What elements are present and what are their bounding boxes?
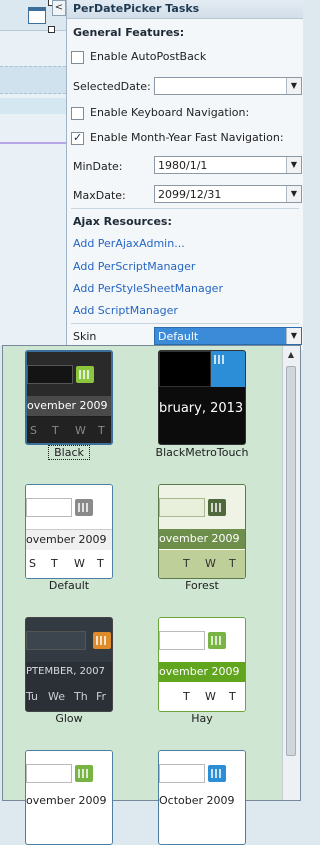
smart-tag-collapse-button[interactable]: < [52, 0, 66, 16]
calendar-icon [76, 366, 94, 383]
skin-days: T W T [159, 683, 245, 711]
add-perscriptmanager-link[interactable]: Add PerScriptManager [73, 260, 195, 273]
selected-date-label: SelectedDate: [73, 80, 151, 93]
skin-days: Tu We Th Fr [26, 683, 112, 711]
skin-days: S T W T [26, 550, 112, 578]
vertical-scrollbar[interactable]: ▲ [282, 346, 300, 800]
calendar-icon [211, 351, 245, 387]
skin-name: Default [48, 579, 90, 592]
autopostback-checkbox[interactable] [71, 51, 84, 64]
month-year-nav-label: Enable Month-Year Fast Navigation: [90, 131, 284, 144]
chevron-down-icon[interactable]: ▼ [286, 186, 301, 202]
autopostback-label: Enable AutoPostBack [90, 50, 207, 63]
general-features-heading: General Features: [73, 26, 185, 39]
max-date-label: MaxDate: [73, 189, 126, 202]
designer-line [0, 142, 66, 144]
tasks-panel: PerDatePicker Tasks General Features: En… [66, 0, 303, 350]
calendar-icon [93, 632, 111, 649]
skin-days: S T W T [27, 417, 111, 443]
skin-tile-glow[interactable]: PTEMBER, 2007 Tu We Th Fr [25, 617, 113, 712]
calendar-icon [28, 7, 46, 24]
skin-name: Black [48, 445, 90, 460]
min-date-value: 1980/1/1 [158, 159, 208, 172]
designer-band [0, 98, 66, 114]
divider [71, 208, 299, 209]
add-perstylesheetmanager-link[interactable]: Add PerStyleSheetManager [73, 282, 223, 295]
skin-name: Forest [185, 579, 219, 592]
selected-date-combo[interactable]: ▼ [154, 77, 302, 95]
scroll-up-icon[interactable]: ▲ [283, 346, 299, 364]
skin-name: BlackMetroTouch [155, 446, 249, 459]
calendar-icon [208, 765, 226, 782]
scroll-thumb[interactable] [286, 366, 296, 756]
add-scriptmanager-link[interactable]: Add ScriptManager [73, 304, 178, 317]
max-date-value: 2099/12/31 [158, 188, 222, 201]
designer-surface: < [0, 0, 66, 345]
skin-name: Hay [191, 712, 213, 725]
ajax-resources-heading: Ajax Resources: [73, 215, 172, 228]
skin-month: October 2009 [159, 794, 235, 807]
panel-title: PerDatePicker Tasks [67, 0, 303, 19]
skin-month: ovember 2009 [27, 396, 111, 416]
month-year-nav-checkbox[interactable] [71, 131, 84, 145]
keyboard-nav-label: Enable Keyboard Navigation: [90, 106, 250, 119]
min-date-combo[interactable]: 1980/1/1 ▼ [154, 156, 302, 174]
calendar-icon [208, 632, 226, 649]
skin-tile-hay[interactable]: ovember 2009 T W T [158, 617, 246, 712]
resize-handle-bottom[interactable] [48, 26, 55, 33]
skin-month: ovember 2009 [26, 529, 112, 551]
chevron-down-icon[interactable]: ▼ [286, 78, 301, 94]
skin-tile-partial[interactable]: October 2009 [158, 750, 246, 845]
skin-value: Default [158, 330, 199, 343]
skin-tile-forest[interactable]: ovember 2009 T W T [158, 484, 246, 579]
skin-month: bruary, 2013 [159, 401, 244, 416]
skin-label: Skin [73, 330, 97, 343]
chevron-down-icon[interactable]: ▼ [286, 328, 301, 344]
skin-month: PTEMBER, 2007 [26, 662, 112, 682]
max-date-combo[interactable]: 2099/12/31 ▼ [154, 185, 302, 203]
skin-month: ovember 2009 [26, 794, 107, 807]
skin-dropdown-list[interactable]: ovember 2009 S T W T Black bruary, 2013 … [2, 345, 301, 845]
calendar-icon [75, 499, 93, 516]
skin-tile-blackmetrotouch[interactable]: bruary, 2013 [158, 350, 246, 445]
skin-month: ovember 2009 [159, 662, 245, 682]
skin-tile-default[interactable]: ovember 2009 S T W T [25, 484, 113, 579]
skin-combo[interactable]: Default ▼ [154, 327, 302, 345]
divider [71, 323, 299, 324]
calendar-icon [75, 765, 93, 782]
calendar-icon [208, 499, 226, 516]
skin-days: T W T [159, 550, 245, 578]
skin-name: Glow [55, 712, 83, 725]
skin-month: ovember 2009 [159, 529, 245, 549]
min-date-label: MinDate: [73, 160, 123, 173]
keyboard-nav-checkbox[interactable] [71, 107, 84, 120]
skin-tile-partial[interactable]: ovember 2009 [25, 750, 113, 845]
designer-band [0, 66, 66, 94]
chevron-down-icon[interactable]: ▼ [286, 157, 301, 173]
add-peraajaxadmin-link[interactable]: Add PerAjaxAdmin... [73, 237, 185, 250]
skin-tile-black[interactable]: ovember 2009 S T W T [25, 350, 113, 445]
